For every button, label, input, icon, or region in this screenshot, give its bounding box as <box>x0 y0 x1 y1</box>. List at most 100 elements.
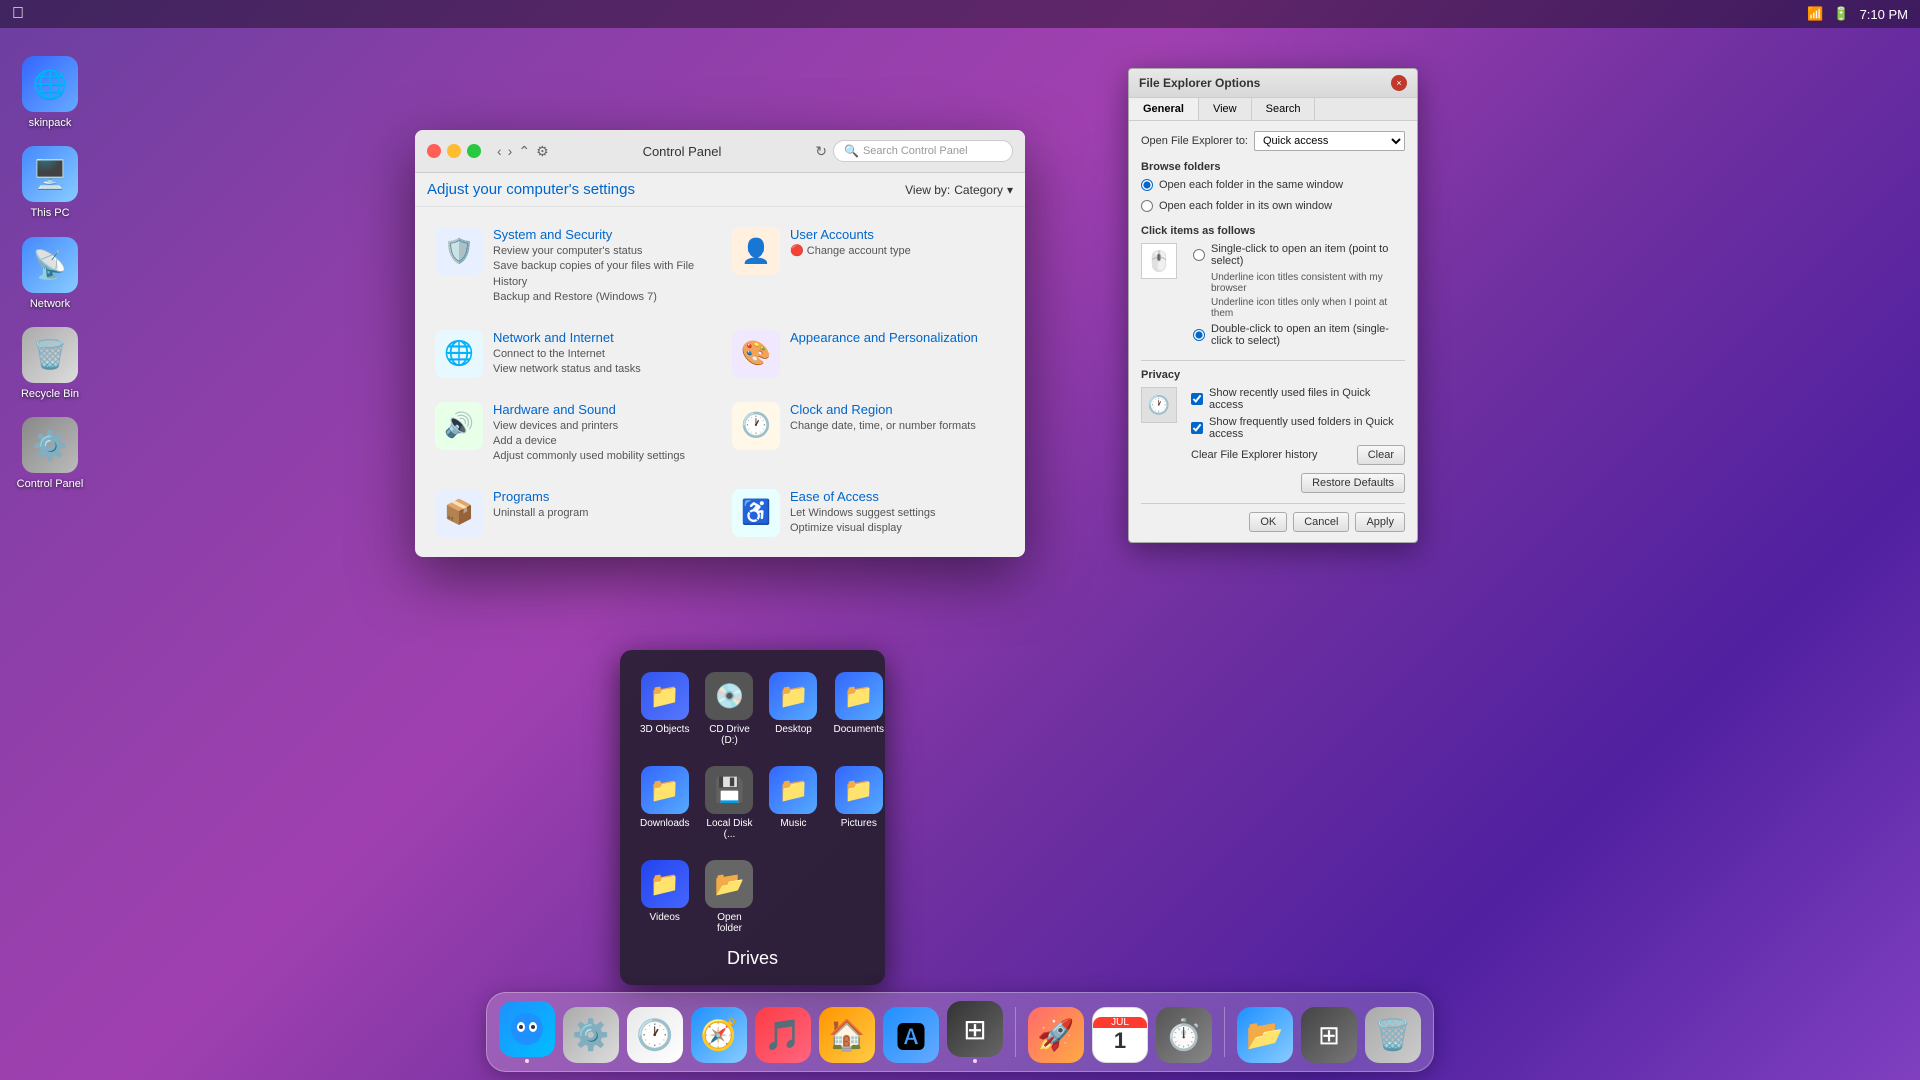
dock-item-time-machine[interactable]: ⏱️ <box>1156 1007 1212 1063</box>
desktop-icon-network[interactable]: 📡 Network <box>10 231 90 317</box>
popup-item-local-disk[interactable]: 💾 Local Disk (... <box>701 760 757 846</box>
cp-item-programs[interactable]: 📦 Programs Uninstall a program <box>431 485 712 541</box>
tab-view[interactable]: View <box>1199 98 1252 120</box>
network-icon: 📡 <box>33 248 68 281</box>
dock-item-mosaic[interactable]: ⊞ <box>1301 1007 1357 1063</box>
own-window-radio[interactable] <box>1141 200 1153 212</box>
dock-item-finder[interactable] <box>499 1001 555 1063</box>
search-bar[interactable]: 🔍 Search Control Panel <box>833 140 1013 162</box>
restore-defaults-button[interactable]: Restore Defaults <box>1301 473 1405 493</box>
open-folder-label: Open folder <box>705 912 753 934</box>
show-frequent-checkbox[interactable] <box>1191 422 1203 434</box>
dock-item-launchpad[interactable]: 🚀 <box>1028 1007 1084 1063</box>
videos-icon: 📁 <box>641 860 689 908</box>
chevron-down-icon: ▾ <box>1007 183 1013 197</box>
clear-history-label: Clear File Explorer history <box>1191 449 1318 461</box>
cp-item-user-accounts[interactable]: 👤 User Accounts 🔴 Change account type <box>728 223 1009 310</box>
local-disk-icon: 💾 <box>705 766 753 814</box>
privacy-icon: 🕐 <box>1141 387 1177 423</box>
downloads-label: Downloads <box>640 818 689 829</box>
click-items-label: Click items as follows <box>1141 225 1405 237</box>
popup-item-pictures[interactable]: 📁 Pictures <box>829 760 888 846</box>
cp-item-clock[interactable]: 🕐 Clock and Region Change date, time, or… <box>728 398 1009 469</box>
popup-item-documents[interactable]: 📁 Documents <box>829 666 888 752</box>
menu-bar:  📶 🔋 7:10 PM <box>0 0 1920 28</box>
dock-item-appstore[interactable]: 🅰 <box>883 1007 939 1063</box>
desktop-icon-skinpack[interactable]: 🌐 skinpack <box>10 50 90 136</box>
feo-body: Open File Explorer to: Quick access This… <box>1129 121 1417 542</box>
popup-item-videos[interactable]: 📁 Videos <box>636 854 693 940</box>
dock-item-itunes[interactable]: 🎵 <box>755 1007 811 1063</box>
cp-item-ease-access[interactable]: ♿ Ease of Access Let Windows suggest set… <box>728 485 1009 541</box>
cd-drive-icon: 💿 <box>705 672 753 720</box>
clock-desc: Change date, time, or number formats <box>790 419 976 434</box>
forward-button[interactable]: › <box>508 143 513 160</box>
back-button[interactable]: ‹ <box>497 143 502 160</box>
single-click-label: Single-click to open an item (point to s… <box>1211 243 1405 267</box>
double-click-label: Double-click to open an item (single-cli… <box>1211 323 1405 347</box>
user-accounts-desc: 🔴 Change account type <box>790 244 911 259</box>
double-click-radio[interactable] <box>1193 329 1205 341</box>
dock-item-bootcamp[interactable]: ⊞ <box>947 1001 1003 1063</box>
same-window-label: Open each folder in the same window <box>1159 179 1343 191</box>
dock-item-files[interactable]: 📂 <box>1237 1007 1293 1063</box>
cp-item-network[interactable]: 🌐 Network and Internet Connect to the In… <box>431 326 712 382</box>
skinpack-label: skinpack <box>29 116 72 130</box>
dock-item-safari[interactable]: 🧭 <box>691 1007 747 1063</box>
single-click-radio[interactable] <box>1193 249 1205 261</box>
window-titlebar: ‹ › ⌃ ⚙ Control Panel ↻ 🔍 Search Control… <box>415 130 1025 173</box>
downloads-icon: 📁 <box>641 766 689 814</box>
time-machine-icon: ⏱️ <box>1156 1007 1212 1063</box>
window-toolbar: Adjust your computer's settings View by:… <box>415 173 1025 207</box>
apple-menu-icon[interactable]:  <box>12 5 24 23</box>
clear-button[interactable]: Clear <box>1357 445 1405 465</box>
dock-item-trash[interactable]: 🗑️ <box>1365 1007 1421 1063</box>
popup-item-open-folder[interactable]: 📂 Open folder <box>701 854 757 940</box>
feo-close-button[interactable]: × <box>1391 75 1407 91</box>
feo-title: File Explorer Options <box>1139 76 1260 90</box>
tab-general[interactable]: General <box>1129 98 1199 120</box>
popup-item-3d-objects[interactable]: 📁 3D Objects <box>636 666 693 752</box>
desktop-icon-this-pc[interactable]: 🖥️ This PC <box>10 140 90 226</box>
popup-item-downloads[interactable]: 📁 Downloads <box>636 760 693 846</box>
refresh-icon[interactable]: ↻ <box>815 143 827 160</box>
view-by-selector[interactable]: View by: Category ▾ <box>905 183 1013 197</box>
cp-item-hardware[interactable]: 🔊 Hardware and Sound View devices and pr… <box>431 398 712 469</box>
dock-item-clock[interactable]: 🕐 <box>627 1007 683 1063</box>
popup-item-music[interactable]: 📁 Music <box>765 760 821 846</box>
desktop-icon-control-panel[interactable]: ⚙️ Control Panel <box>10 411 90 497</box>
cp-item-system-security[interactable]: 🛡️ System and Security Review your compu… <box>431 223 712 310</box>
click-preview-icon: 🖱️ <box>1141 243 1177 279</box>
popup-item-desktop[interactable]: 📁 Desktop <box>765 666 821 752</box>
settings-icon[interactable]: ⚙ <box>536 143 549 160</box>
mosaic-icon: ⊞ <box>1301 1007 1357 1063</box>
feo-titlebar: File Explorer Options × <box>1129 69 1417 98</box>
this-pc-icon: 🖥️ <box>33 158 68 191</box>
same-window-radio[interactable] <box>1141 179 1153 191</box>
double-click-row: Double-click to open an item (single-cli… <box>1193 323 1405 347</box>
appearance-name: Appearance and Personalization <box>790 330 978 345</box>
window-title: Control Panel <box>557 144 808 159</box>
same-window-row: Open each folder in the same window <box>1141 179 1405 191</box>
control-panel-desktop-icon: ⚙️ <box>33 429 68 462</box>
dock-item-calendar[interactable]: JUL 1 <box>1092 1007 1148 1063</box>
cancel-button[interactable]: Cancel <box>1293 512 1349 532</box>
popup-item-cd-drive[interactable]: 💿 CD Drive (D:) <box>701 666 757 752</box>
cp-item-appearance[interactable]: 🎨 Appearance and Personalization <box>728 326 1009 382</box>
dock-item-system-prefs[interactable]: ⚙️ <box>563 1007 619 1063</box>
clock-text: Clock and Region Change date, time, or n… <box>790 402 976 434</box>
close-button[interactable] <box>427 144 441 158</box>
apply-button[interactable]: Apply <box>1355 512 1405 532</box>
show-recent-checkbox[interactable] <box>1191 393 1203 405</box>
dock-item-homekit[interactable]: 🏠 <box>819 1007 875 1063</box>
desktop-icon-recycle-bin[interactable]: 🗑️ Recycle Bin <box>10 321 90 407</box>
up-button[interactable]: ⌃ <box>518 143 530 160</box>
tab-search[interactable]: Search <box>1252 98 1316 120</box>
maximize-button[interactable] <box>467 144 481 158</box>
homekit-icon: 🏠 <box>819 1007 875 1063</box>
appstore-icon: 🅰 <box>883 1007 939 1063</box>
open-dropdown[interactable]: Quick access This PC <box>1254 131 1405 151</box>
minimize-button[interactable] <box>447 144 461 158</box>
clock-name: Clock and Region <box>790 402 976 417</box>
ok-button[interactable]: OK <box>1249 512 1287 532</box>
